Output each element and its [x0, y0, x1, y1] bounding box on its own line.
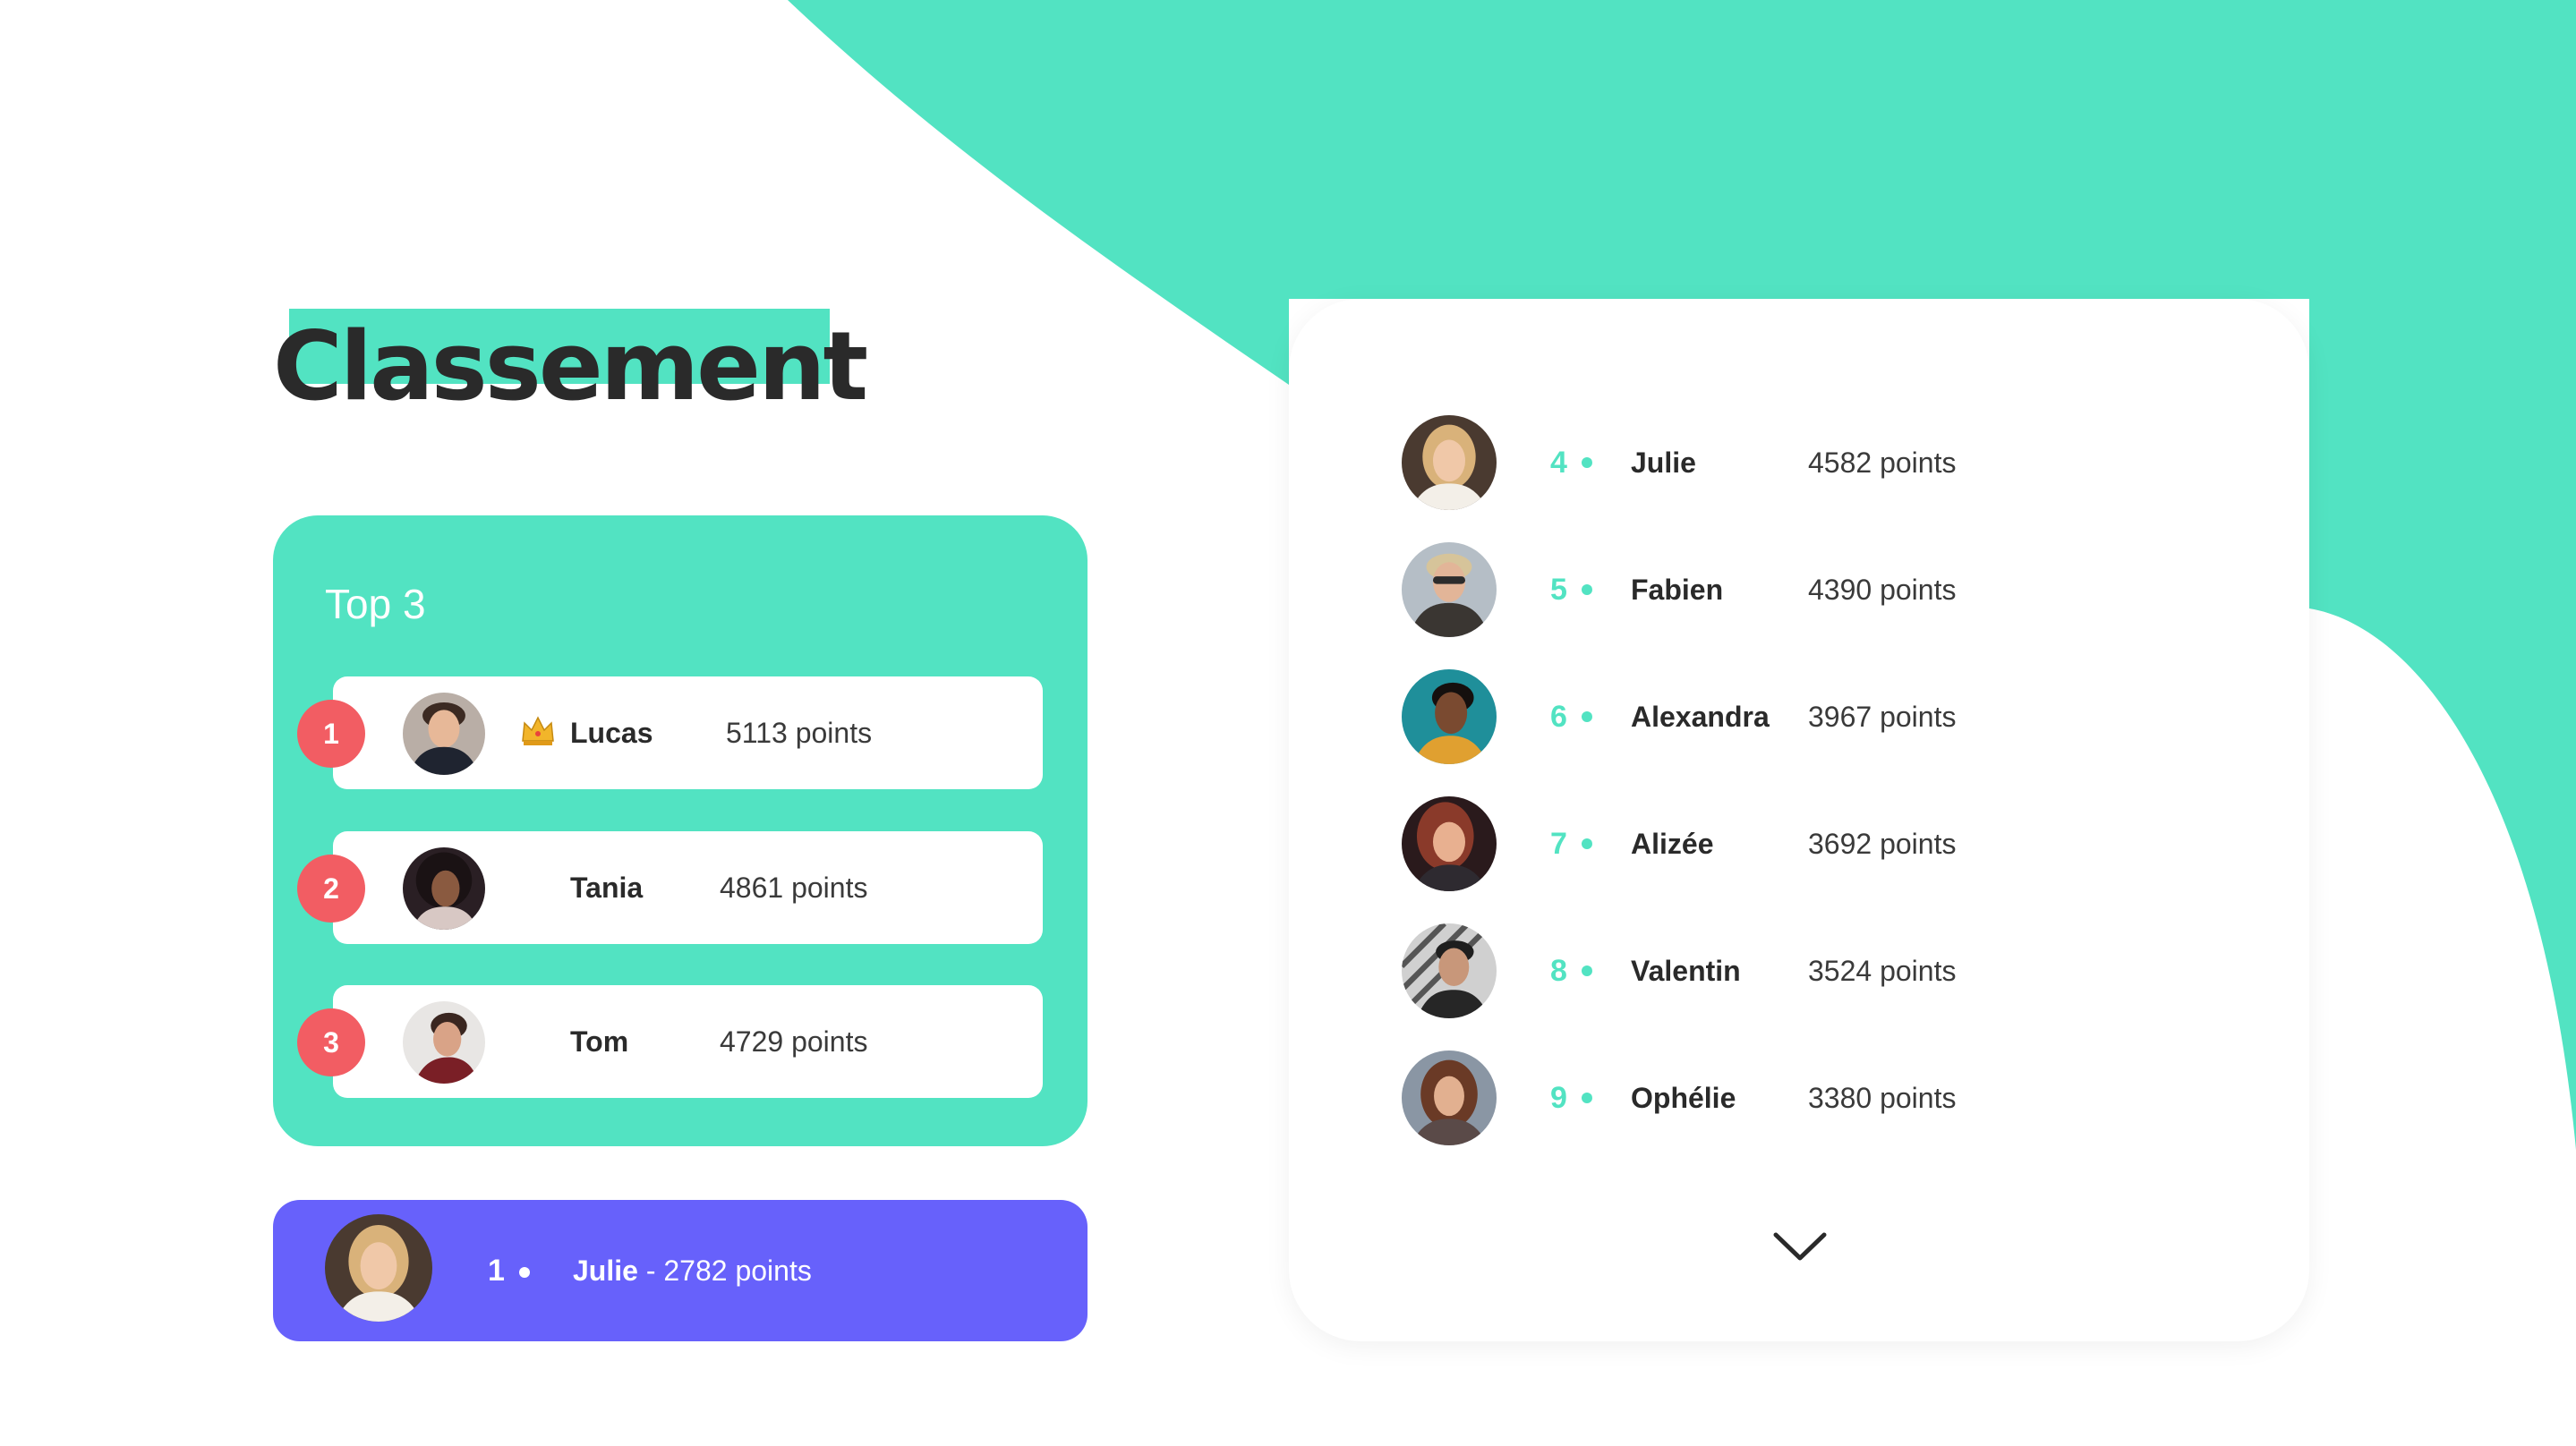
avatar: [1402, 1050, 1497, 1145]
rank-dot: [1582, 584, 1592, 595]
player-points: 5113 points: [726, 717, 873, 749]
leaderboard-card: 4 Julie 4582 points 5 Fabien 4390 points…: [1289, 299, 2309, 1341]
player-name: Julie: [1631, 447, 1696, 479]
player-points: 4861 points: [720, 872, 868, 904]
player-name: Alizée: [1631, 828, 1714, 860]
top3-heading: Top 3: [325, 581, 426, 627]
rank-badge: 2: [297, 855, 365, 923]
rank-badge: 1: [297, 700, 365, 768]
current-user-name: Julie: [573, 1255, 638, 1287]
leaderboard-row[interactable]: 9 Ophélie 3380 points: [1289, 1050, 2309, 1149]
rank-dot: [1582, 711, 1592, 722]
player-name: Tania: [570, 872, 644, 904]
current-user-rank: 1: [488, 1254, 505, 1288]
leaderboard-row[interactable]: 7 Alizée 3692 points: [1289, 796, 2309, 895]
current-user-summary: Julie - 2782 points: [573, 1200, 812, 1341]
rank-dot: [1582, 838, 1592, 849]
leaderboard-row[interactable]: 5 Fabien 4390 points: [1289, 542, 2309, 641]
chevron-down-icon[interactable]: [1772, 1229, 1828, 1265]
rank-badge: 3: [297, 1008, 365, 1076]
avatar: [325, 1214, 432, 1322]
avatar: [1402, 923, 1497, 1018]
current-user-points: 2782 points: [663, 1255, 812, 1287]
player-name: Fabien: [1631, 574, 1724, 606]
avatar: [403, 693, 485, 775]
page-title-block: Classement: [273, 304, 868, 430]
rank-dot: [1582, 457, 1592, 468]
avatar: [1402, 415, 1497, 510]
current-user-bar[interactable]: 1 Julie - 2782 points: [273, 1200, 1088, 1341]
page-title: Classement: [273, 311, 868, 421]
player-points: 3967 points: [1808, 701, 1957, 733]
rank-number: 6: [1550, 700, 1567, 734]
top3-row[interactable]: 1 Lucas 5113 points: [297, 676, 1043, 789]
player-points: 4582 points: [1808, 447, 1957, 479]
crown-icon: [522, 716, 554, 745]
rank-dot: [1582, 965, 1592, 976]
avatar: [1402, 796, 1497, 891]
rank-number: 4: [1550, 446, 1567, 480]
top3-row[interactable]: 3 Tom 4729 points: [297, 985, 1043, 1098]
player-points: 4729 points: [720, 1025, 868, 1058]
player-name: Lucas: [570, 717, 653, 749]
rank-number: 5: [1550, 573, 1567, 607]
rank-number: 7: [1550, 827, 1567, 861]
leaderboard-row[interactable]: 4 Julie 4582 points: [1289, 415, 2309, 514]
player-name: Alexandra: [1631, 701, 1770, 733]
rank-number: 8: [1550, 954, 1567, 988]
avatar: [1402, 542, 1497, 637]
rank-number: 9: [1550, 1081, 1567, 1115]
player-points: 4390 points: [1808, 574, 1957, 606]
top3-row[interactable]: 2 Tania 4861 points: [297, 831, 1043, 944]
player-points: 3524 points: [1808, 955, 1957, 987]
rank-dot: [519, 1267, 530, 1278]
rank-dot: [1582, 1093, 1592, 1103]
leaderboard-row[interactable]: 6 Alexandra 3967 points: [1289, 669, 2309, 768]
player-points: 3692 points: [1808, 828, 1957, 860]
player-name: Ophélie: [1631, 1082, 1736, 1114]
player-name: Tom: [570, 1025, 629, 1058]
separator: -: [637, 1255, 664, 1287]
player-points: 3380 points: [1808, 1082, 1957, 1114]
avatar: [403, 847, 485, 930]
player-name: Valentin: [1631, 955, 1741, 987]
leaderboard-row[interactable]: 8 Valentin 3524 points: [1289, 923, 2309, 1022]
avatar: [403, 1001, 485, 1084]
avatar: [1402, 669, 1497, 764]
top3-card: Top 3 1 Lucas 5113 points 2 Tania 4861 p…: [273, 515, 1088, 1146]
